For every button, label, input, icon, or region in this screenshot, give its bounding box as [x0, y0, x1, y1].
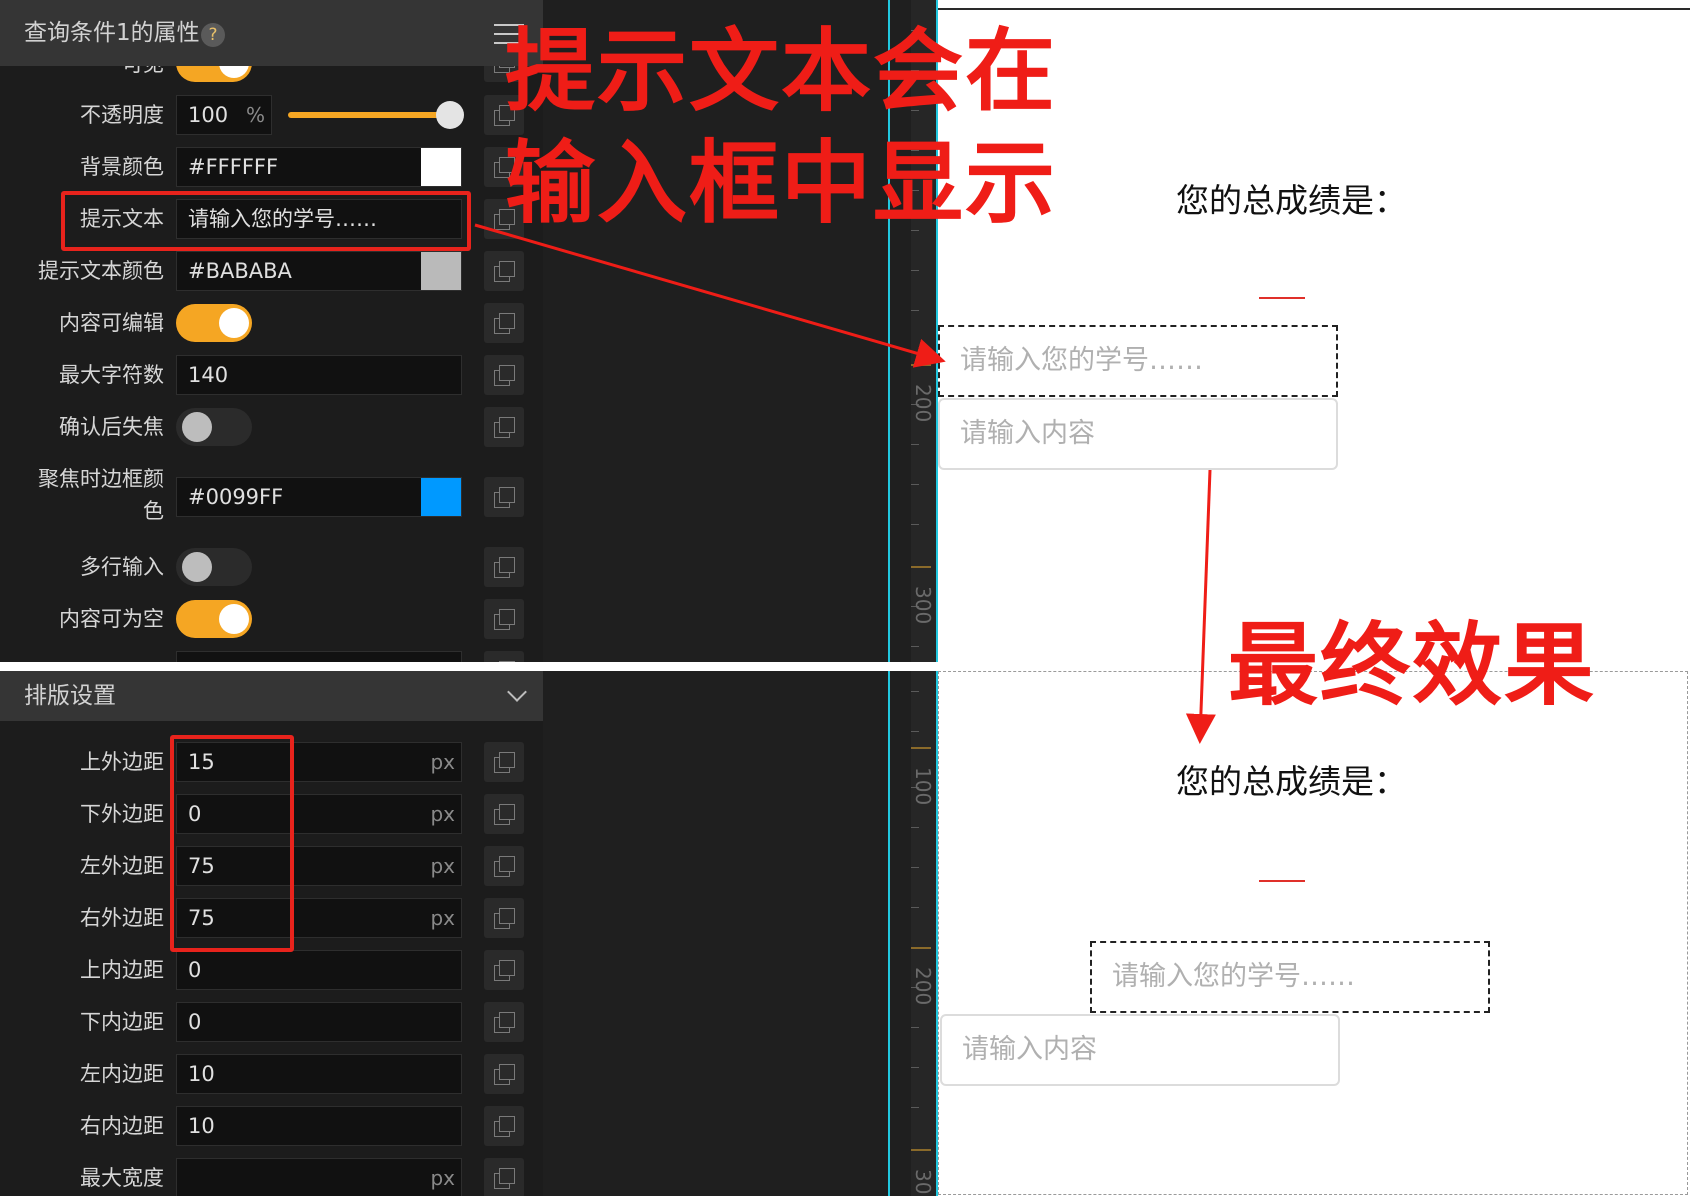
annotation-arrows	[474, 223, 1216, 744]
arrow-to-input	[474, 223, 946, 368]
arrow-to-result	[1185, 469, 1216, 744]
